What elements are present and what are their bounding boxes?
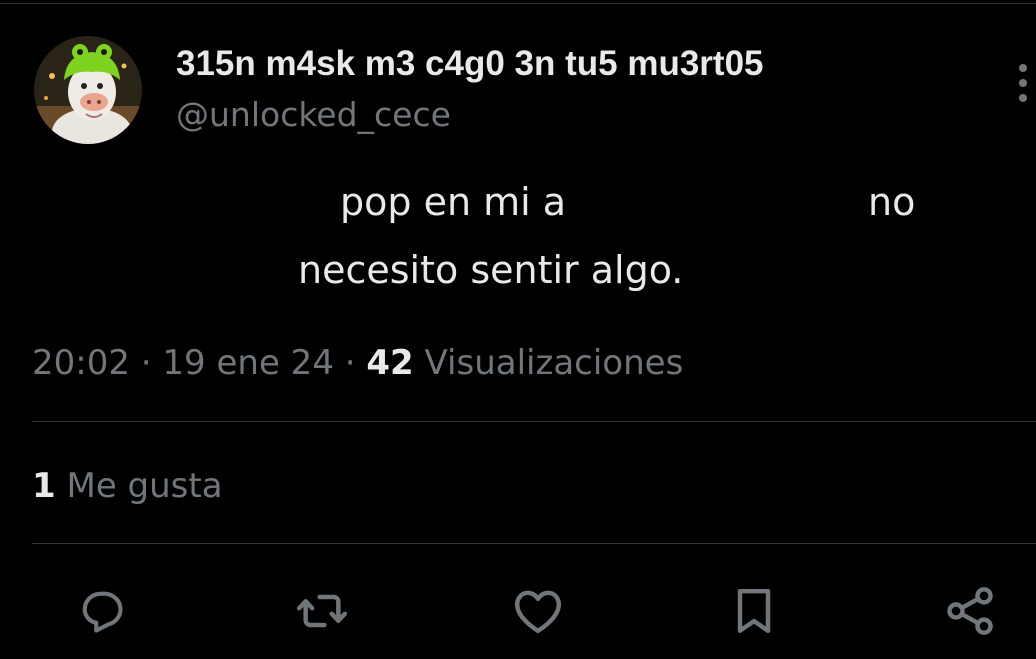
tweet-meta: 20:02 · 19 ene 24 · 42 Visualizaciones <box>32 343 683 383</box>
meta-separator: · <box>140 343 152 383</box>
more-dot-middle <box>1019 79 1027 87</box>
divider-stats <box>32 543 1036 544</box>
reply-button[interactable] <box>73 583 129 639</box>
tweet-time[interactable]: 20:02 <box>32 343 130 383</box>
likes-count: 1 <box>32 466 56 506</box>
author-display-name[interactable]: 315n m4sk m3 c4g0 3n tu5 mu3rt05 <box>176 44 764 84</box>
likes-stat[interactable]: 1 Me gusta <box>32 466 223 506</box>
more-vertical-icon <box>1019 64 1027 72</box>
share-icon <box>947 587 993 635</box>
tweet-text-line-2: necesito sentir algo. <box>298 248 684 292</box>
views-count: 42 <box>366 343 414 383</box>
more-options-button[interactable] <box>1010 60 1036 106</box>
tweet-text-line-1b: no <box>868 180 916 224</box>
retweet-icon <box>296 594 348 628</box>
divider-meta <box>32 421 1036 422</box>
bookmark-button[interactable] <box>726 583 782 639</box>
avatar-frog-hat-icon <box>34 36 142 144</box>
share-button[interactable] <box>942 583 998 639</box>
avatar[interactable] <box>34 36 142 144</box>
reply-icon <box>82 591 123 633</box>
views-label: Visualizaciones <box>424 343 684 383</box>
tweet-text-line-1a: pop en mi a <box>340 180 567 224</box>
top-divider <box>0 3 1036 4</box>
like-button[interactable] <box>510 583 566 639</box>
heart-icon <box>515 590 561 634</box>
retweet-button[interactable] <box>294 583 350 639</box>
author-handle[interactable]: @unlocked_cece <box>176 95 451 134</box>
bookmark-icon <box>737 588 771 634</box>
tweet-date[interactable]: 19 ene 24 <box>162 343 334 383</box>
meta-separator-2: · <box>344 343 356 383</box>
more-dot-bottom <box>1019 94 1027 102</box>
likes-label: Me gusta <box>66 466 223 506</box>
